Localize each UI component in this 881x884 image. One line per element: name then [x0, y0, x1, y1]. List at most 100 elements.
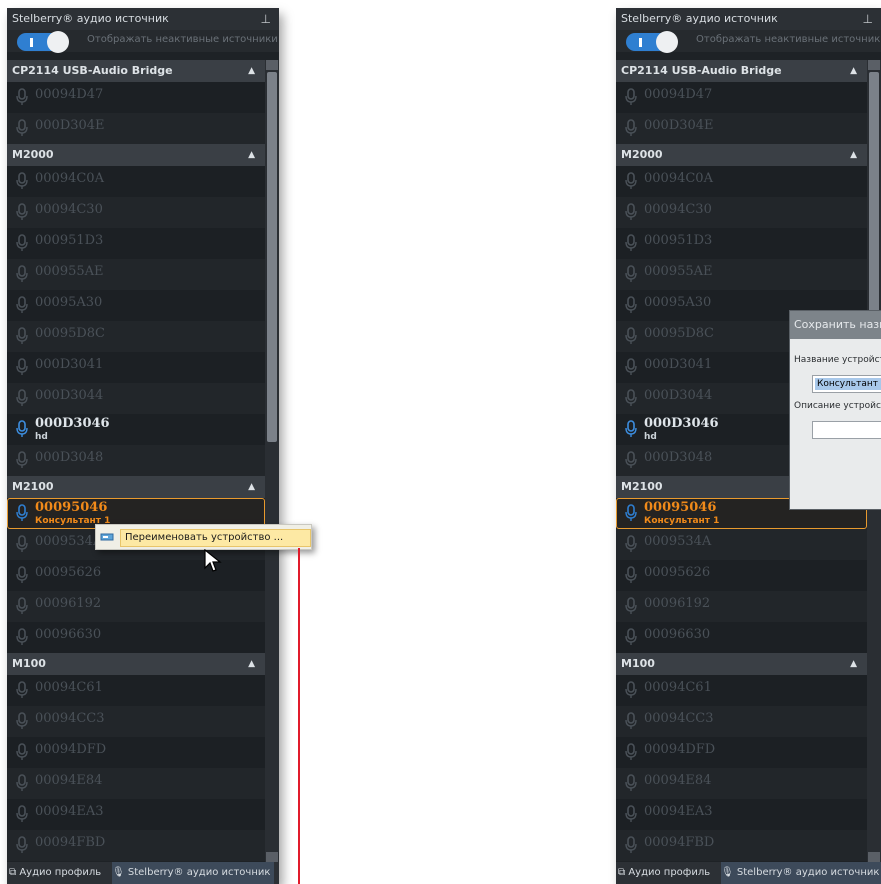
device-item[interactable]: 00096192 — [7, 591, 265, 622]
device-item[interactable]: 00095D8C — [7, 321, 265, 352]
group-name: M2100 — [12, 480, 54, 493]
device-id: 00094DFD — [35, 742, 107, 757]
device-id: 00095A30 — [35, 295, 103, 310]
collapse-chevron-icon[interactable]: ▲ — [248, 144, 255, 166]
device-item[interactable]: 000D3048 — [7, 445, 265, 476]
collapse-chevron-icon[interactable]: ▲ — [850, 144, 857, 166]
show-inactive-toggle[interactable] — [17, 31, 69, 53]
group-header[interactable]: CP2114 USB-Audio Bridge ▲ — [616, 60, 867, 82]
group-header[interactable]: M100 ▲ — [7, 653, 265, 675]
mic-icon — [16, 420, 28, 437]
panel-titlebar: Stelberry® аудио источник ⊥ — [616, 8, 881, 30]
mic-icon — [16, 743, 28, 760]
device-name-input[interactable]: Консультант 1 — [812, 375, 881, 393]
device-label: hd — [644, 432, 657, 442]
device-description-input[interactable] — [812, 421, 881, 439]
mic-icon — [16, 535, 28, 552]
device-item[interactable]: 00096630 — [7, 622, 265, 653]
scroll-up-button[interactable] — [868, 60, 880, 70]
device-item[interactable]: 00094DFD — [616, 737, 867, 768]
mic-icon — [625, 504, 637, 521]
scroll-up-button[interactable] — [266, 60, 278, 70]
pin-icon[interactable]: ⊥ — [863, 8, 873, 30]
group-header[interactable]: M2000 ▲ — [616, 144, 867, 166]
context-menu: Переименовать устройство ... — [95, 524, 312, 550]
device-item[interactable]: 00094C0A — [7, 166, 265, 197]
device-item[interactable]: 000955AE — [616, 259, 867, 290]
device-item[interactable]: 00094E84 — [616, 768, 867, 799]
scroll-down-button[interactable] — [266, 852, 278, 862]
scroll-down-button[interactable] — [868, 852, 880, 862]
device-item[interactable]: 00094CC3 — [616, 706, 867, 737]
scroll-thumb[interactable] — [267, 72, 277, 442]
mic-icon — [16, 774, 28, 791]
mic-icon — [625, 172, 637, 189]
device-item[interactable]: 00094CC3 — [7, 706, 265, 737]
tab-audio-profile[interactable]: ⧉ Аудио профиль — [618, 862, 720, 884]
device-item[interactable]: 00094FBD — [7, 830, 265, 861]
rename-device-menu-item[interactable]: Переименовать устройство ... — [120, 529, 311, 547]
collapse-chevron-icon[interactable]: ▲ — [248, 653, 255, 675]
device-item[interactable]: 00094C0A — [616, 166, 867, 197]
device-item[interactable]: 000D3044 — [7, 383, 265, 414]
group-name: M2000 — [621, 148, 663, 161]
group-header[interactable]: M2000 ▲ — [7, 144, 265, 166]
device-item[interactable]: 00094C61 — [7, 675, 265, 706]
device-item[interactable]: 00094FBD — [616, 830, 867, 861]
mouse-cursor-icon — [204, 549, 222, 572]
device-item[interactable]: 00096192 — [616, 591, 867, 622]
device-item[interactable]: 00095626 — [7, 560, 265, 591]
device-item[interactable]: 000955AE — [7, 259, 265, 290]
collapse-chevron-icon[interactable]: ▲ — [248, 476, 255, 498]
mic-icon — [16, 566, 28, 583]
tab-audio-profile[interactable]: ⧉ Аудио профиль — [9, 862, 111, 884]
pin-icon[interactable]: ⊥ — [261, 8, 271, 30]
group-header[interactable]: CP2114 USB-Audio Bridge ▲ — [7, 60, 265, 82]
device-item[interactable]: 00094D47 — [7, 82, 265, 113]
device-item[interactable]: 0009534A — [616, 529, 867, 560]
device-item[interactable]: 00096630 — [616, 622, 867, 653]
device-id: 00094FBD — [644, 835, 715, 850]
device-id: 00095D8C — [35, 326, 105, 341]
tab-audio-source[interactable]: 🎙 Stelberry® аудио источник — [721, 862, 881, 884]
show-inactive-toggle[interactable] — [626, 31, 678, 53]
device-item[interactable]: 00094C61 — [616, 675, 867, 706]
collapse-chevron-icon[interactable]: ▲ — [248, 60, 255, 82]
device-item[interactable]: 000951D3 — [7, 228, 265, 259]
toggle-row: Отображать неактивные источники — [7, 30, 279, 53]
device-item[interactable]: 000D3041 — [7, 352, 265, 383]
collapse-chevron-icon[interactable]: ▲ — [850, 653, 857, 675]
mic-icon — [16, 504, 28, 521]
device-item[interactable]: 00094EA3 — [7, 799, 265, 830]
device-id: 00096192 — [644, 596, 711, 611]
mic-icon — [625, 234, 637, 251]
device-id: 000955AE — [35, 264, 104, 279]
device-item[interactable]: 00094DFD — [7, 737, 265, 768]
device-item[interactable]: 00094C30 — [7, 197, 265, 228]
mic-icon — [625, 566, 637, 583]
device-item[interactable]: 00094EA3 — [616, 799, 867, 830]
device-item[interactable]: 00095626 — [616, 560, 867, 591]
device-name-label: Название устройства — [794, 355, 881, 365]
device-id: 000D3046 — [35, 416, 110, 431]
device-item[interactable]: 00094D47 — [616, 82, 867, 113]
mic-icon — [625, 358, 637, 375]
device-id: 00094EA3 — [644, 804, 713, 819]
group-name: CP2114 USB-Audio Bridge — [12, 64, 173, 77]
device-item[interactable]: 000951D3 — [616, 228, 867, 259]
mic-icon — [625, 296, 637, 313]
device-item[interactable]: 00094E84 — [7, 768, 265, 799]
device-item[interactable]: 00094C30 — [616, 197, 867, 228]
device-id: 00094C61 — [35, 680, 103, 695]
group-header[interactable]: M2100 ▲ — [7, 476, 265, 498]
panel-titlebar: Stelberry® аудио источник ⊥ — [7, 8, 279, 30]
device-item[interactable]: 000D3046 hd — [7, 414, 265, 445]
device-item[interactable]: 000D304E — [616, 113, 867, 144]
device-item[interactable]: 000D304E — [7, 113, 265, 144]
device-id: 000951D3 — [644, 233, 713, 248]
collapse-chevron-icon[interactable]: ▲ — [850, 60, 857, 82]
tab-audio-source[interactable]: 🎙 Stelberry® аудио источник — [112, 862, 274, 884]
device-item[interactable]: 00095A30 — [7, 290, 265, 321]
scrollbar[interactable] — [265, 60, 279, 862]
group-header[interactable]: M100 ▲ — [616, 653, 867, 675]
